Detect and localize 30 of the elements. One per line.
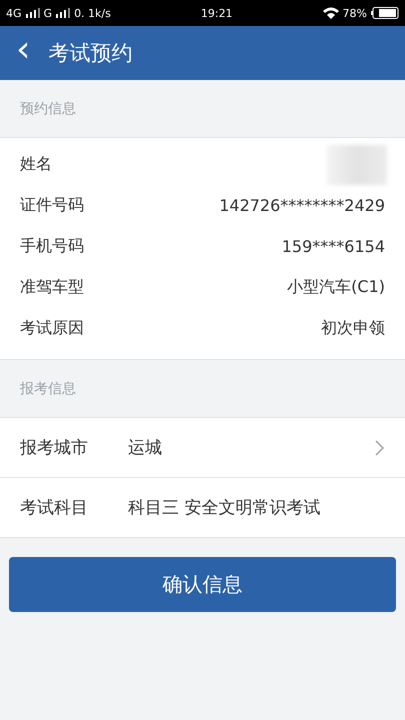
- form-row[interactable]: 报考城市 运城: [0, 418, 405, 478]
- battery-icon: [371, 7, 399, 19]
- clock: 19:21: [200, 6, 233, 20]
- row-value: 初次申领: [321, 318, 385, 339]
- page-title: 考试预约: [48, 40, 132, 67]
- battery-label: 78%: [342, 6, 367, 20]
- row-value: 科目三 安全文明常识考试: [128, 497, 322, 519]
- row-label: 考试科目: [20, 497, 88, 519]
- section-title: 预约信息: [20, 100, 76, 118]
- row-value: 小型汽车(C1): [287, 277, 385, 298]
- row-value: 运城: [128, 437, 163, 459]
- wifi-icon: [322, 7, 339, 19]
- row-label: 准驾车型: [20, 277, 84, 298]
- row-label: 报考城市: [20, 437, 88, 459]
- speed-label: 0. 1k/s: [74, 6, 111, 20]
- row-label: 姓名: [20, 154, 52, 175]
- confirm-button[interactable]: 确认信息: [9, 557, 396, 612]
- chevron-icon: [375, 440, 385, 456]
- signal-icon: [26, 8, 40, 18]
- row-label: 手机号码: [20, 236, 84, 257]
- row-label: 证件号码: [20, 195, 84, 216]
- blurred-value: [327, 144, 387, 184]
- signal-icon: [56, 8, 70, 18]
- network-label: G: [44, 6, 52, 20]
- row-label: 考试原因: [20, 318, 84, 339]
- back-button[interactable]: ‹: [12, 32, 34, 74]
- network-label: 4G: [6, 6, 22, 20]
- row-value: 159****6154: [282, 237, 385, 256]
- row-value: 142726********2429: [219, 196, 385, 215]
- section-title: 报考信息: [20, 380, 76, 398]
